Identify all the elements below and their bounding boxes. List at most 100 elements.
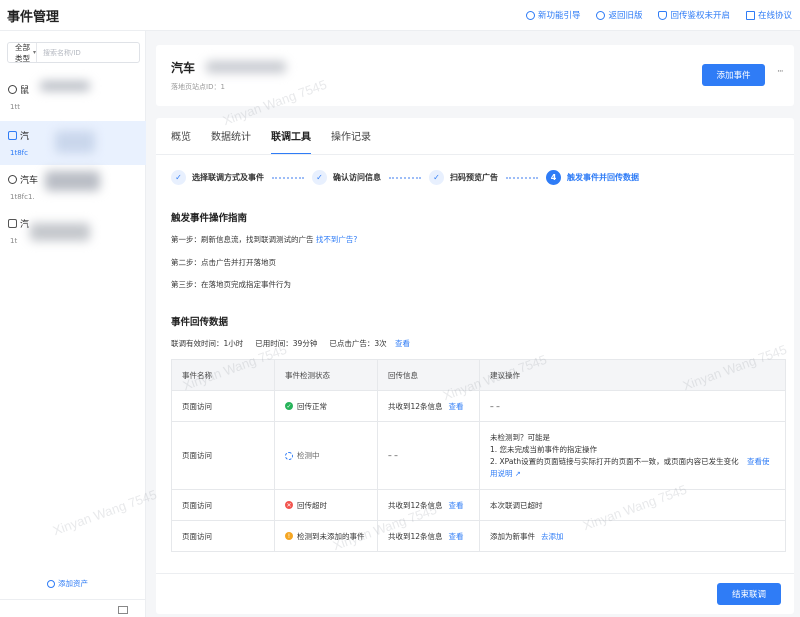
document-icon bbox=[745, 10, 755, 20]
status-cell: ✓ 回传正常 bbox=[274, 391, 377, 421]
suggest-line: 未检测到？可能是 bbox=[490, 432, 550, 442]
table-row: 页面访问 ! 检测到未添加的事件 共收到12条信息 查看 添加为新事件 去添加 bbox=[172, 520, 785, 551]
add-asset-label: 添加资产 bbox=[58, 579, 88, 588]
redacted-block bbox=[45, 171, 100, 191]
column-header: 事件检测状态 bbox=[274, 360, 377, 390]
main-panel: 概览 数据统计 联调工具 操作记录 ✓ 选择联调方式及事件 ✓ 确认访问信息 ✓… bbox=[156, 118, 794, 614]
tab-debug-tool[interactable]: 联调工具 bbox=[271, 128, 311, 155]
clicked-count: 已点击广告：3次 查看 bbox=[329, 338, 410, 349]
asset-search-input[interactable] bbox=[37, 43, 139, 62]
column-header: 事件名称 bbox=[182, 370, 212, 380]
new-feature-guide-link[interactable]: 新功能引导 bbox=[525, 9, 580, 21]
type-select[interactable]: 全部类型 ▾ bbox=[8, 42, 37, 63]
suggest-line: 1. 您未完成当前事件的指定操作 bbox=[490, 444, 598, 454]
site-title: 汽车 bbox=[171, 61, 196, 75]
return-old-version-label: 返回旧版 bbox=[608, 11, 643, 21]
go-add-link[interactable]: 去添加 bbox=[541, 531, 564, 542]
table-row: 页面访问 检测中 – – 未检测到？可能是 1. 您未完成当前事件的指定操作 2… bbox=[172, 421, 785, 489]
callback-auth-label: 回传鉴权未开启 bbox=[670, 11, 730, 21]
more-icon[interactable]: ··· bbox=[777, 67, 784, 77]
asset-name: 汽 bbox=[20, 132, 30, 142]
guide-step-1: 第一步：刷新信息流，找到联调测试的广告 找不到广告? bbox=[171, 234, 357, 245]
error-circle-icon: ✕ bbox=[285, 501, 293, 509]
step-1: ✓ 选择联调方式及事件 bbox=[171, 170, 264, 185]
online-agreement-label: 在线协议 bbox=[757, 11, 792, 21]
compass-icon bbox=[525, 10, 535, 20]
add-asset-button[interactable]: 添加资产 bbox=[47, 578, 88, 589]
view-info-link[interactable]: 查看 bbox=[449, 531, 464, 542]
step-4: 4 触发事件并回传数据 bbox=[546, 170, 639, 185]
event-name: 页面访问 bbox=[182, 531, 212, 541]
suggest-line: 2. XPath设置的页面链接与实际打开的页面不一致，或页面内容已发生变化 查看… bbox=[490, 456, 775, 480]
step-label: 确认访问信息 bbox=[333, 173, 381, 182]
check-icon: ✓ bbox=[429, 170, 444, 185]
view-info-link[interactable]: 查看 bbox=[449, 500, 464, 511]
step-label: 扫码预览广告 bbox=[450, 173, 498, 182]
info-text: 共收到12条信息 bbox=[388, 531, 443, 541]
table-header: 事件名称 事件检测状态 回传信息 建议操作 bbox=[172, 360, 785, 390]
view-info-link[interactable]: 查看 bbox=[449, 401, 464, 412]
return-old-version-link[interactable]: 返回旧版 bbox=[596, 9, 642, 21]
guide-title: 触发事件操作指南 bbox=[171, 213, 248, 224]
clicked-count-text: 已点击广告：3次 bbox=[329, 339, 387, 348]
suggest-text: – – bbox=[479, 391, 785, 421]
top-bar: 事件管理 新功能引导 返回旧版 回传鉴权未开启 在线协议 bbox=[0, 0, 800, 31]
info-text: 共收到12条信息 bbox=[388, 500, 443, 510]
status-cell: 检测中 bbox=[274, 422, 377, 489]
add-event-button[interactable]: 添加事件 bbox=[702, 64, 765, 86]
event-name: 页面访问 bbox=[182, 401, 212, 411]
plus-circle-icon bbox=[47, 579, 55, 588]
end-debug-button[interactable]: 结束联调 bbox=[717, 583, 781, 605]
status-text: 检测到未添加的事件 bbox=[297, 531, 365, 541]
online-agreement-link[interactable]: 在线协议 bbox=[745, 9, 792, 21]
callback-auth-link[interactable]: 回传鉴权未开启 bbox=[658, 9, 730, 21]
view-clicks-link[interactable]: 查看 bbox=[395, 339, 410, 348]
check-icon: ✓ bbox=[312, 170, 327, 185]
site-header-card: 汽车 落地页站点ID：1 添加事件 ··· bbox=[156, 45, 794, 106]
status-text: 回传正常 bbox=[297, 401, 327, 411]
column-header: 建议操作 bbox=[479, 360, 785, 390]
tab-overview[interactable]: 概览 bbox=[171, 128, 191, 154]
step-3: ✓ 扫码预览广告 bbox=[429, 170, 498, 185]
info-cell: 共收到12条信息 查看 bbox=[377, 490, 479, 520]
valid-time: 联调有效时间：1小时 bbox=[171, 339, 244, 348]
type-select-value: 全部类型 bbox=[15, 42, 30, 63]
shield-icon bbox=[658, 10, 668, 20]
table-row: 页面访问 ✕ 回传超时 共收到12条信息 查看 本次联调已超时 bbox=[172, 489, 785, 520]
collapse-sidebar-icon[interactable] bbox=[118, 606, 128, 614]
step-progress: ✓ 选择联调方式及事件 ✓ 确认访问信息 ✓ 扫码预览广告 4 触发事件并回传数… bbox=[171, 170, 639, 185]
check-circle-icon: ✓ bbox=[285, 402, 293, 410]
callback-table: 事件名称 事件检测状态 回传信息 建议操作 页面访问 ✓ 回传正常 共收到12条… bbox=[171, 359, 786, 552]
tab-operation-log[interactable]: 操作记录 bbox=[331, 128, 371, 154]
asset-name: 汽车 bbox=[20, 176, 39, 186]
used-time: 已用时间：39分钟 bbox=[255, 339, 318, 348]
suggest-cell: 未检测到？可能是 1. 您未完成当前事件的指定操作 2. XPath设置的页面链… bbox=[479, 422, 785, 489]
step-connector bbox=[389, 176, 421, 179]
debug-meta: 联调有效时间：1小时 已用时间：39分钟 已点击广告：3次 查看 bbox=[171, 338, 410, 349]
column-header: 回传信息 bbox=[377, 360, 479, 390]
cant-find-ad-link[interactable]: 找不到广告? bbox=[316, 235, 357, 244]
status-text: 检测中 bbox=[297, 451, 320, 460]
status-cell: ✕ 回传超时 bbox=[274, 490, 377, 520]
guide-step-3: 第三步：在落地页完成指定事件行为 bbox=[171, 280, 291, 289]
divider bbox=[156, 573, 794, 574]
redacted-block bbox=[55, 131, 95, 153]
asset-name: 汽 bbox=[20, 220, 30, 230]
status-text: 回传超时 bbox=[297, 500, 327, 510]
page-icon bbox=[8, 131, 17, 140]
status-cell: ! 检测到未添加的事件 bbox=[274, 521, 377, 551]
suggest-line-text: 2. XPath设置的页面链接与实际打开的页面不一致，或页面内容已发生变化 bbox=[490, 456, 739, 466]
asset-name: 鼠 bbox=[20, 86, 30, 96]
table-row: 页面访问 ✓ 回传正常 共收到12条信息 查看 – – bbox=[172, 390, 785, 421]
info-text: – – bbox=[377, 422, 479, 489]
redacted-block bbox=[206, 61, 286, 73]
tab-statistics[interactable]: 数据统计 bbox=[211, 128, 251, 154]
asset-filter: 全部类型 ▾ bbox=[7, 42, 140, 63]
step-number: 4 bbox=[546, 170, 561, 185]
asset-id: 1tt bbox=[10, 103, 20, 111]
asset-id: 1t8fc1. bbox=[10, 193, 35, 201]
loading-icon bbox=[285, 451, 293, 460]
app-title: 事件管理 bbox=[7, 10, 60, 25]
app-icon bbox=[8, 175, 17, 184]
step-label: 触发事件并回传数据 bbox=[567, 173, 639, 182]
